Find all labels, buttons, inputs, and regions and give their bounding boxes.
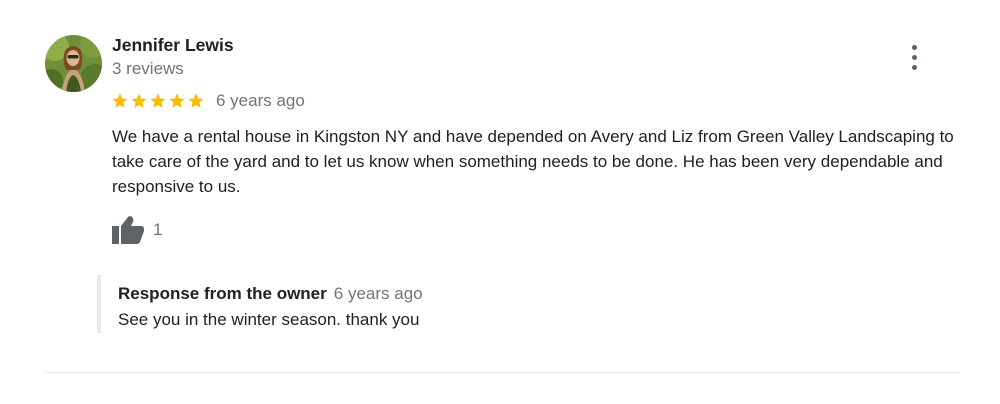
star-icon bbox=[188, 93, 204, 108]
owner-response-header: Response from the owner 6 years ago bbox=[118, 284, 423, 304]
star-icon bbox=[150, 93, 166, 108]
owner-response-text: See you in the winter season. thank you bbox=[118, 310, 420, 329]
thumbs-up-icon bbox=[112, 216, 144, 244]
reviewer-name[interactable]: Jennifer Lewis bbox=[112, 35, 234, 56]
star-icon bbox=[131, 93, 147, 108]
like-button[interactable] bbox=[111, 214, 145, 246]
owner-response-date: 6 years ago bbox=[333, 284, 423, 303]
like-count: 1 bbox=[153, 220, 163, 239]
rating-row: 6 years ago bbox=[111, 89, 305, 113]
star-rating bbox=[111, 92, 205, 110]
owner-response: Response from the owner 6 years ago See … bbox=[97, 275, 801, 333]
review-divider bbox=[45, 372, 960, 373]
more-vert-icon bbox=[911, 44, 917, 50]
like-row: 1 bbox=[111, 214, 162, 246]
reviewer-photo bbox=[45, 35, 102, 92]
review-card: Jennifer Lewis 3 reviews 6 years ago We … bbox=[0, 0, 1000, 404]
review-date: 6 years ago bbox=[216, 91, 305, 110]
more-options-button[interactable] bbox=[900, 42, 928, 72]
owner-response-label: Response from the owner bbox=[118, 284, 327, 303]
star-icon bbox=[112, 93, 128, 108]
more-vert-icon-dot bbox=[911, 54, 917, 60]
review-text: We have a rental house in Kingston NY an… bbox=[112, 127, 954, 196]
star-icon bbox=[169, 93, 185, 108]
more-vert-icon-dot bbox=[911, 64, 917, 70]
reviewer-review-count[interactable]: 3 reviews bbox=[112, 59, 184, 79]
reviewer-avatar[interactable] bbox=[45, 35, 102, 92]
